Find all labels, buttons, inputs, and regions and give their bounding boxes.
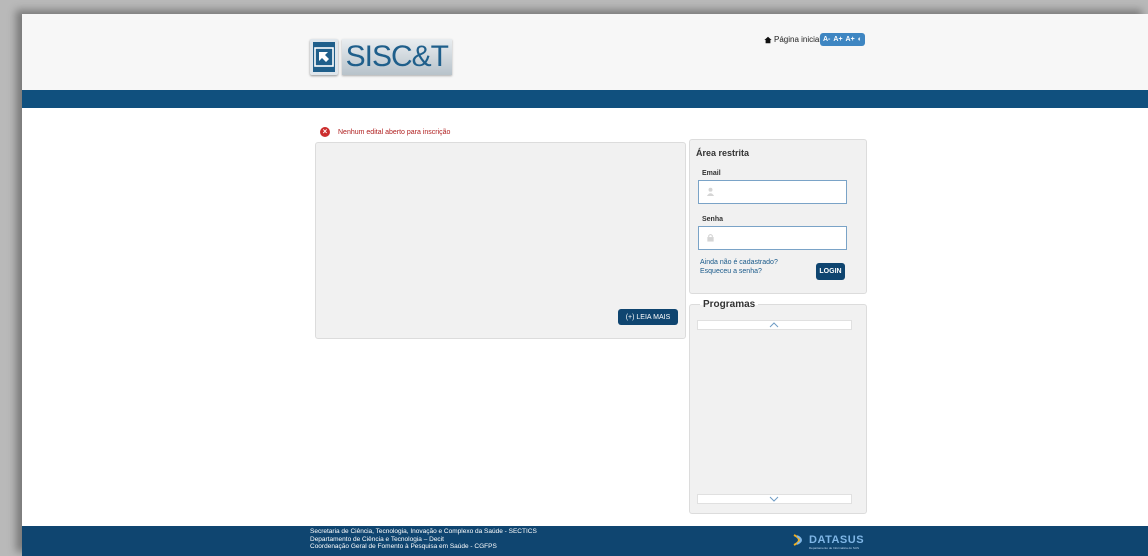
password-label: Senha [702,216,724,223]
email-field[interactable] [698,180,847,204]
datasus-logo[interactable]: DATASUS Departamento de Informática do S… [792,533,865,550]
login-button[interactable]: LOGIN [816,263,845,280]
scroll-up-button[interactable] [697,320,852,330]
font-increase-button[interactable]: A+ [833,36,842,43]
programs-title: Programas [700,299,759,310]
contrast-toggle-button[interactable]: ◐ [858,36,862,43]
datasus-logo-icon [793,534,802,546]
font-increase-more-button[interactable]: A+ [846,36,855,43]
accessibility-toolbar: A- A+ A+ ◐ [820,33,865,46]
alert-message: × Nenhum edital aberto para inscrição [320,127,450,137]
register-link[interactable]: Ainda não é cadastrado? [700,258,778,267]
account-links: Ainda não é cadastrado? Esqueceu a senha… [700,258,778,276]
footer-credits: Secretaria de Ciência, Tecnologia, Inova… [310,528,537,551]
datasus-name: DATASUS [809,534,865,546]
login-title: Área restrita [696,148,750,158]
news-panel: (+) LEIA MAIS [315,142,686,339]
font-decrease-button[interactable]: A- [823,36,830,43]
header-bar [22,90,1148,108]
password-field[interactable] [698,226,847,250]
sisct-logo[interactable]: SISC&T [310,35,452,78]
chevron-down-icon [769,496,779,502]
home-link[interactable]: Página inicial [764,35,821,44]
scroll-down-button[interactable] [697,494,852,504]
logo-text: SISC&T [341,38,452,75]
login-panel: Área restrita Email Senha Ainda não é ca… [689,139,867,294]
lock-icon [707,234,714,242]
read-more-button[interactable]: (+) LEIA MAIS [618,309,678,325]
email-label: Email [702,170,721,177]
chevron-up-icon [769,322,779,328]
site-footer: Secretaria de Ciência, Tecnologia, Inova… [22,526,1148,556]
home-link-label: Página inicial [774,35,822,44]
site-header: SISC&T Página inicial A- A+ A+ ◐ [22,14,1148,90]
browser-page: SISC&T Página inicial A- A+ A+ ◐ × Nenhu… [22,14,1148,556]
cursor-logo-icon [310,38,338,75]
footer-line: Departamento de Ciência e Tecnologia – D… [310,535,444,543]
footer-line: Secretaria de Ciência, Tecnologia, Inova… [310,528,537,535]
forgot-password-link[interactable]: Esqueceu a senha? [700,267,778,276]
home-icon [764,36,772,43]
footer-line: Coordenação Geral de Fomento à Pesquisa … [310,543,497,550]
programs-panel: Programas [689,299,867,514]
error-icon: × [320,127,330,137]
alert-text: Nenhum edital aberto para inscrição [338,128,451,136]
datasus-subtitle: Departamento de Informática do SUS [809,546,860,550]
user-icon [706,187,715,196]
